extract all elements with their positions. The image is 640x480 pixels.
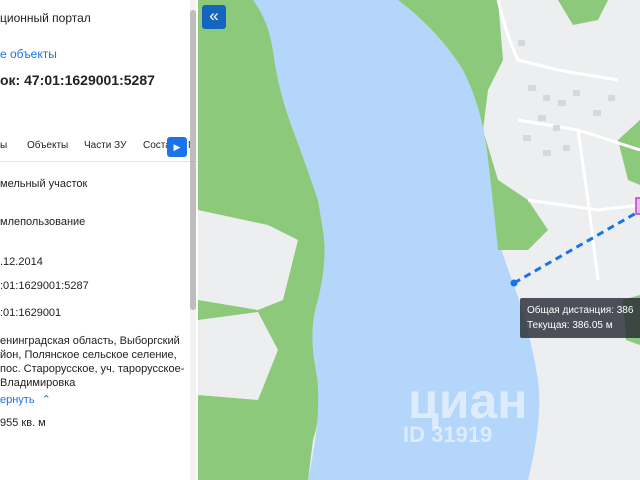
tab-info[interactable]: ы [0,140,7,151]
total-distance: Общая дистанция: 386 [527,305,634,316]
tab-objects[interactable]: Объекты [27,140,68,151]
chevron-up-icon: ⌃ [41,394,51,406]
double-chevron-left-icon: « [209,6,219,25]
measure-point[interactable] [510,279,518,287]
related-objects-link[interactable]: е объекты [0,47,57,61]
field-date: .12.2014 [0,256,43,268]
field-object-type: мельный участок [0,178,88,190]
field-quarter: :01:1629001 [0,307,62,319]
scrollbar-thumb[interactable] [190,10,196,310]
cadastral-title: ок: 47:01:1629001:5287 [0,72,155,88]
field-area: 955 кв. м [0,417,46,429]
parcel-outline [635,197,640,215]
current-distance: Текущая: 386.05 м [527,320,613,331]
tabs-next-button[interactable]: ▶ [167,137,187,157]
distance-tooltip: Общая дистанция: 386 Текущая: 386.05 м [520,298,640,338]
info-panel: ционный портал е объекты ок: 47:01:16290… [0,0,198,480]
portal-title: ционный портал [0,11,91,25]
play-icon: ▶ [173,142,181,152]
collapse-panel-button[interactable]: « [202,5,226,29]
map-view[interactable]: циан ID 31919 [198,0,640,480]
watermark-id: ID 31919 [403,422,493,447]
tab-parts[interactable]: Части ЗУ [84,140,126,151]
collapse-link[interactable]: ернуть ⌃ [0,393,51,406]
field-address: енинградская область, Выборгский йон, По… [0,335,185,389]
field-usage: млепользование [0,216,86,228]
collapse-label: ернуть [0,394,35,406]
field-cadastral-number: :01:1629001:5287 [0,280,89,292]
